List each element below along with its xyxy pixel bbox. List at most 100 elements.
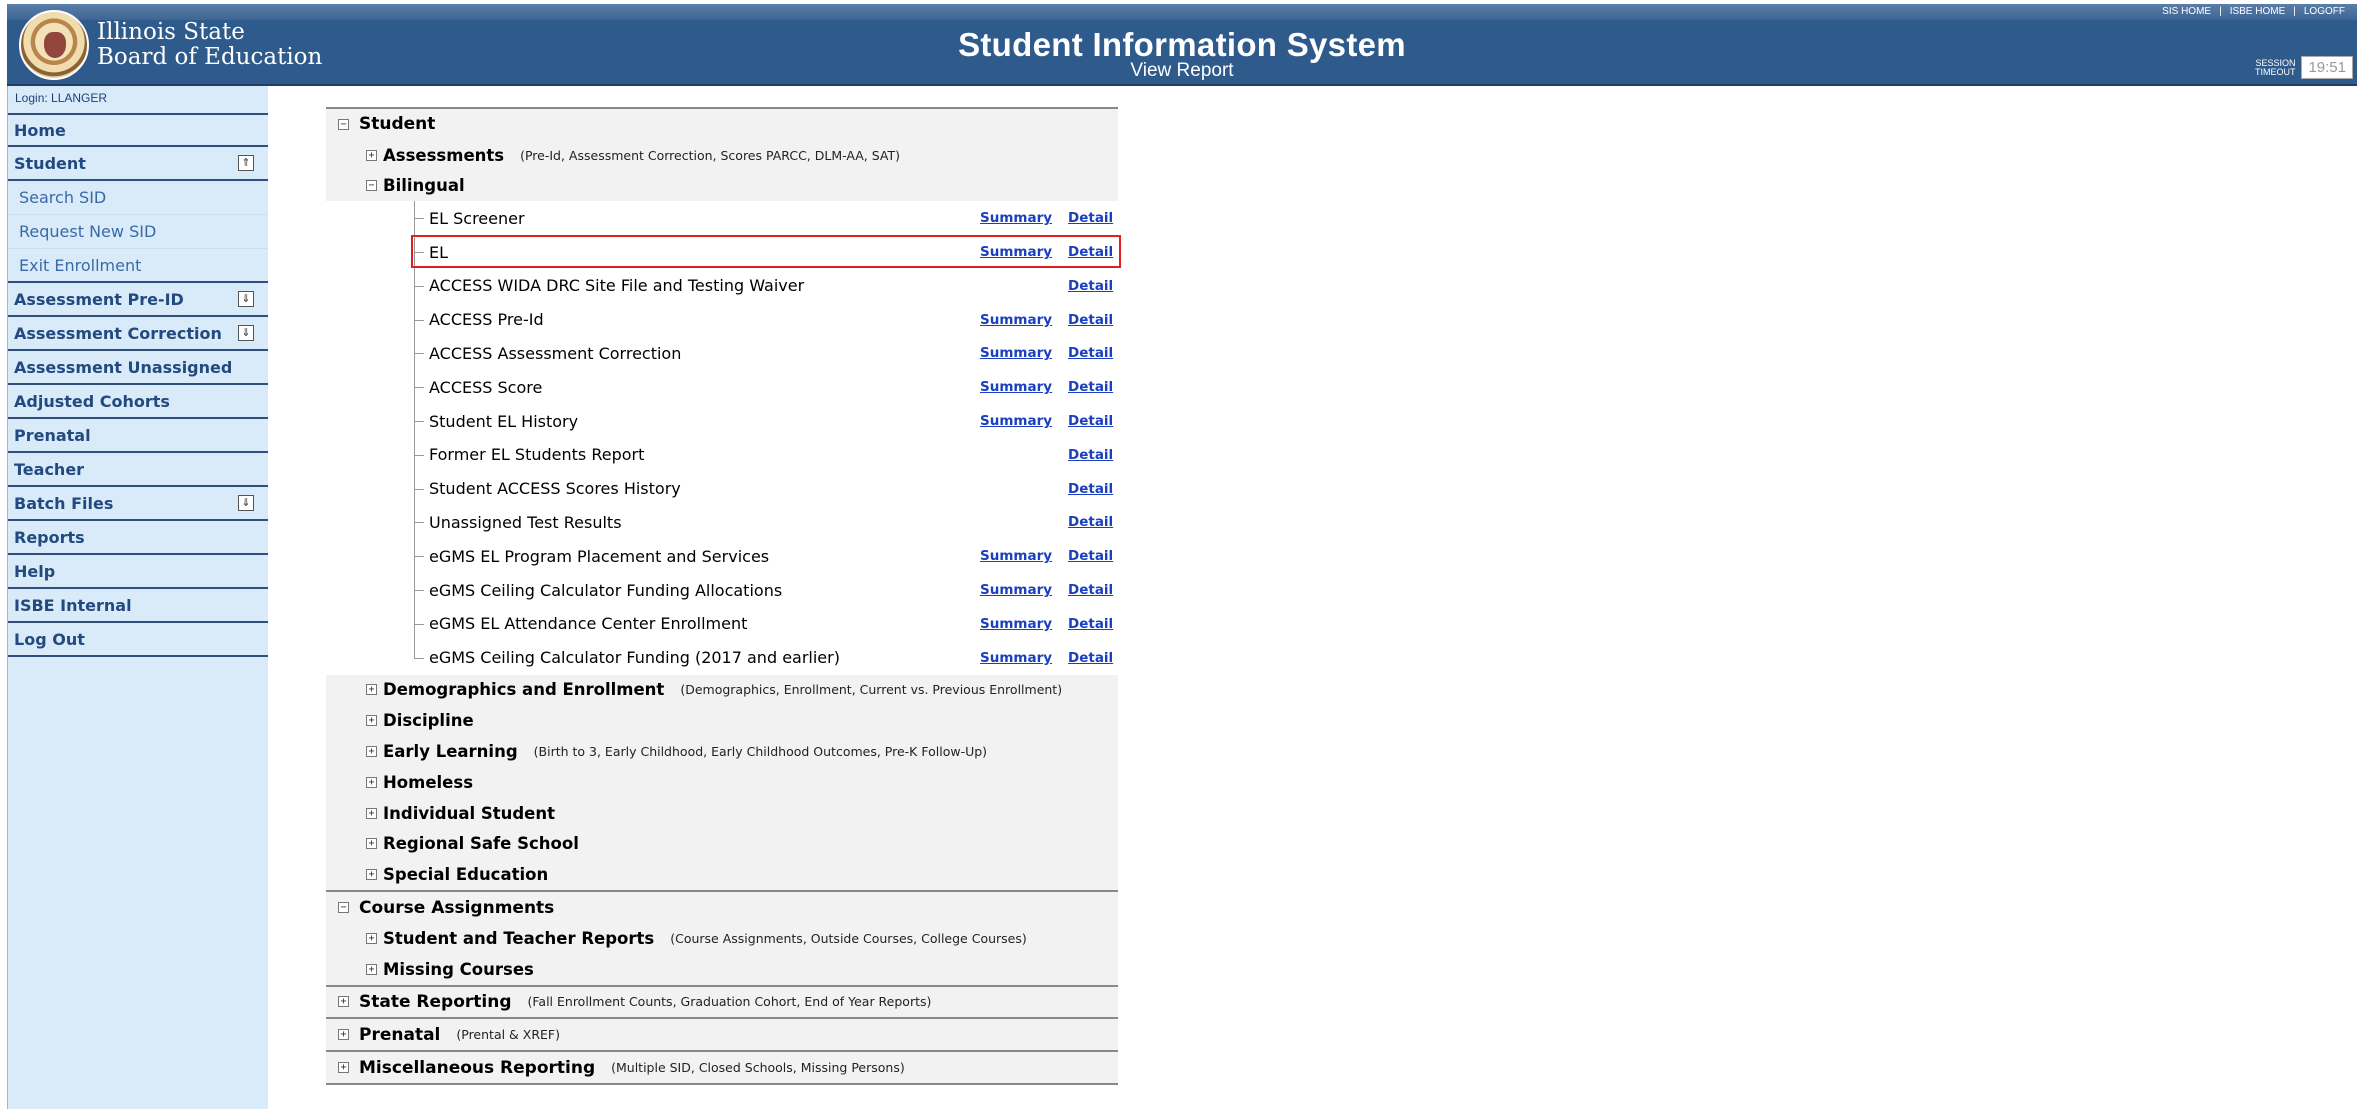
isbe-home-link[interactable]: ISBE HOME <box>2230 6 2286 17</box>
nav-label: Assessment Unassigned <box>14 357 233 377</box>
summary-link[interactable]: Summary <box>980 616 1052 632</box>
summary-link[interactable]: Summary <box>980 345 1052 361</box>
summary-link[interactable]: Summary <box>980 413 1052 429</box>
summary-link[interactable]: Summary <box>980 210 1052 226</box>
expand-icon[interactable]: + <box>338 1062 349 1073</box>
nav-label: Prenatal <box>14 425 91 445</box>
summary-link[interactable]: Summary <box>980 582 1052 598</box>
report-row: eGMS Ceiling Calculator Funding (2017 an… <box>326 640 1118 675</box>
node-title: Early Learning <box>383 742 518 762</box>
nav-assessment-unassigned[interactable]: Assessment Unassigned <box>8 351 268 385</box>
expand-icon[interactable]: + <box>366 746 377 758</box>
nav-assessment-pre-id[interactable]: Assessment Pre-ID ⇓ <box>8 283 268 317</box>
tree-node-missing-courses[interactable]: + Missing Courses <box>326 954 1118 985</box>
expand-icon[interactable]: + <box>366 715 377 727</box>
tree-node-miscellaneous-reporting[interactable]: + Miscellaneous Reporting (Multiple SID,… <box>326 1052 1118 1083</box>
collapse-icon[interactable]: − <box>338 118 349 130</box>
tree-line <box>414 522 424 524</box>
nav-label: Assessment Pre-ID <box>14 289 184 309</box>
tree-node-student[interactable]: − Student <box>326 109 1118 140</box>
detail-link[interactable]: Detail <box>1068 312 1113 328</box>
nav-request-new-sid[interactable]: Request New SID <box>8 215 268 249</box>
detail-link[interactable]: Detail <box>1068 379 1113 395</box>
detail-link[interactable]: Detail <box>1068 548 1113 564</box>
detail-link[interactable]: Detail <box>1068 616 1113 632</box>
expand-icon[interactable]: + <box>338 1029 349 1041</box>
nav-exit-enrollment[interactable]: Exit Enrollment <box>8 249 268 283</box>
summary-link[interactable]: Summary <box>980 650 1052 666</box>
detail-link[interactable]: Detail <box>1068 413 1113 429</box>
expand-icon[interactable]: + <box>366 807 377 819</box>
tree-line <box>414 640 415 658</box>
collapse-icon[interactable]: ⇑ <box>238 155 254 171</box>
nav-isbe-internal[interactable]: ISBE Internal <box>8 589 268 623</box>
nav-prenatal[interactable]: Prenatal <box>8 419 268 453</box>
summary-link[interactable]: Summary <box>980 312 1052 328</box>
node-title: Student and Teacher Reports <box>383 928 655 948</box>
nav-log-out[interactable]: Log Out <box>8 623 268 657</box>
detail-link[interactable]: Detail <box>1068 514 1113 530</box>
detail-link[interactable]: Detail <box>1068 582 1113 598</box>
tree-node-individual-student[interactable]: + Individual Student <box>326 798 1118 829</box>
tree-node-discipline[interactable]: + Discipline <box>326 705 1118 736</box>
tree-node-course-assignments[interactable]: − Course Assignments <box>326 892 1118 923</box>
summary-link[interactable]: Summary <box>980 379 1052 395</box>
detail-link[interactable]: Detail <box>1068 481 1113 497</box>
login-info: Login: LLANGER <box>15 91 108 105</box>
tree-node-homeless[interactable]: + Homeless <box>326 767 1118 798</box>
summary-link[interactable]: Summary <box>980 244 1052 260</box>
tree-node-special-education[interactable]: + Special Education <box>326 859 1118 890</box>
sis-home-link[interactable]: SIS HOME <box>2162 6 2211 17</box>
left-nav: Login: LLANGER Home Student ⇑ Search SID… <box>7 86 268 1109</box>
detail-link[interactable]: Detail <box>1068 210 1113 226</box>
tree-node-state-reporting[interactable]: + State Reporting (Fall Enrollment Count… <box>326 987 1118 1018</box>
expand-icon[interactable]: + <box>366 869 377 881</box>
nav-adjusted-cohorts[interactable]: Adjusted Cohorts <box>8 385 268 419</box>
nav-reports[interactable]: Reports <box>8 521 268 555</box>
tree-line <box>414 353 424 355</box>
node-description: (Demographics, Enrollment, Current vs. P… <box>680 682 1063 698</box>
nav-search-sid[interactable]: Search SID <box>8 181 268 215</box>
nav-label: Batch Files <box>14 493 114 513</box>
expand-icon[interactable]: ⇓ <box>238 495 254 511</box>
session-timeout-label: SESSION TIMEOUT <box>2249 58 2296 77</box>
tree-node-regional-safe-school[interactable]: + Regional Safe School <box>326 829 1118 860</box>
report-name: ACCESS Pre-Id <box>429 310 544 330</box>
expand-icon[interactable]: + <box>366 838 377 850</box>
logoff-link[interactable]: LOGOFF <box>2304 6 2345 17</box>
expand-icon[interactable]: + <box>366 776 377 788</box>
collapse-icon[interactable]: − <box>366 180 377 192</box>
tree-node-bilingual[interactable]: − Bilingual <box>326 171 1118 202</box>
expand-icon[interactable]: + <box>338 996 349 1008</box>
tree-line <box>414 252 424 254</box>
detail-link[interactable]: Detail <box>1068 278 1113 294</box>
tree-node-student-teacher-reports[interactable]: + Student and Teacher Reports (Course As… <box>326 923 1118 954</box>
collapse-icon[interactable]: − <box>338 902 349 914</box>
summary-link[interactable]: Summary <box>980 548 1052 564</box>
expand-icon[interactable]: + <box>366 149 377 161</box>
nav-teacher[interactable]: Teacher <box>8 453 268 487</box>
node-title: Prenatal <box>359 1024 441 1045</box>
report-row: EL Screener Summary Detail <box>326 201 1118 236</box>
expand-icon[interactable]: + <box>366 963 377 975</box>
nav-assessment-correction[interactable]: Assessment Correction ⇓ <box>8 317 268 351</box>
nav-home[interactable]: Home <box>8 113 268 147</box>
expand-icon[interactable]: ⇓ <box>238 325 254 341</box>
nav-student[interactable]: Student ⇑ <box>8 147 268 181</box>
detail-link[interactable]: Detail <box>1068 650 1113 666</box>
detail-link[interactable]: Detail <box>1068 244 1113 260</box>
expand-icon[interactable]: + <box>366 932 377 944</box>
tree-node-demographics[interactable]: + Demographics and Enrollment (Demograph… <box>326 675 1118 706</box>
expand-icon[interactable]: ⇓ <box>238 291 254 307</box>
node-title: Course Assignments <box>359 897 555 918</box>
nav-batch-files[interactable]: Batch Files ⇓ <box>8 487 268 521</box>
tree-node-early-learning[interactable]: + Early Learning (Birth to 3, Early Chil… <box>326 736 1118 767</box>
expand-icon[interactable]: + <box>366 684 377 696</box>
link-separator: | <box>2293 6 2296 17</box>
nav-help[interactable]: Help <box>8 555 268 589</box>
tree-node-assessments[interactable]: + Assessments (Pre-Id, Assessment Correc… <box>326 140 1118 171</box>
tree-node-prenatal[interactable]: + Prenatal (Prental & XREF) <box>326 1019 1118 1050</box>
nav-label: Help <box>14 561 56 581</box>
detail-link[interactable]: Detail <box>1068 447 1113 463</box>
detail-link[interactable]: Detail <box>1068 345 1113 361</box>
